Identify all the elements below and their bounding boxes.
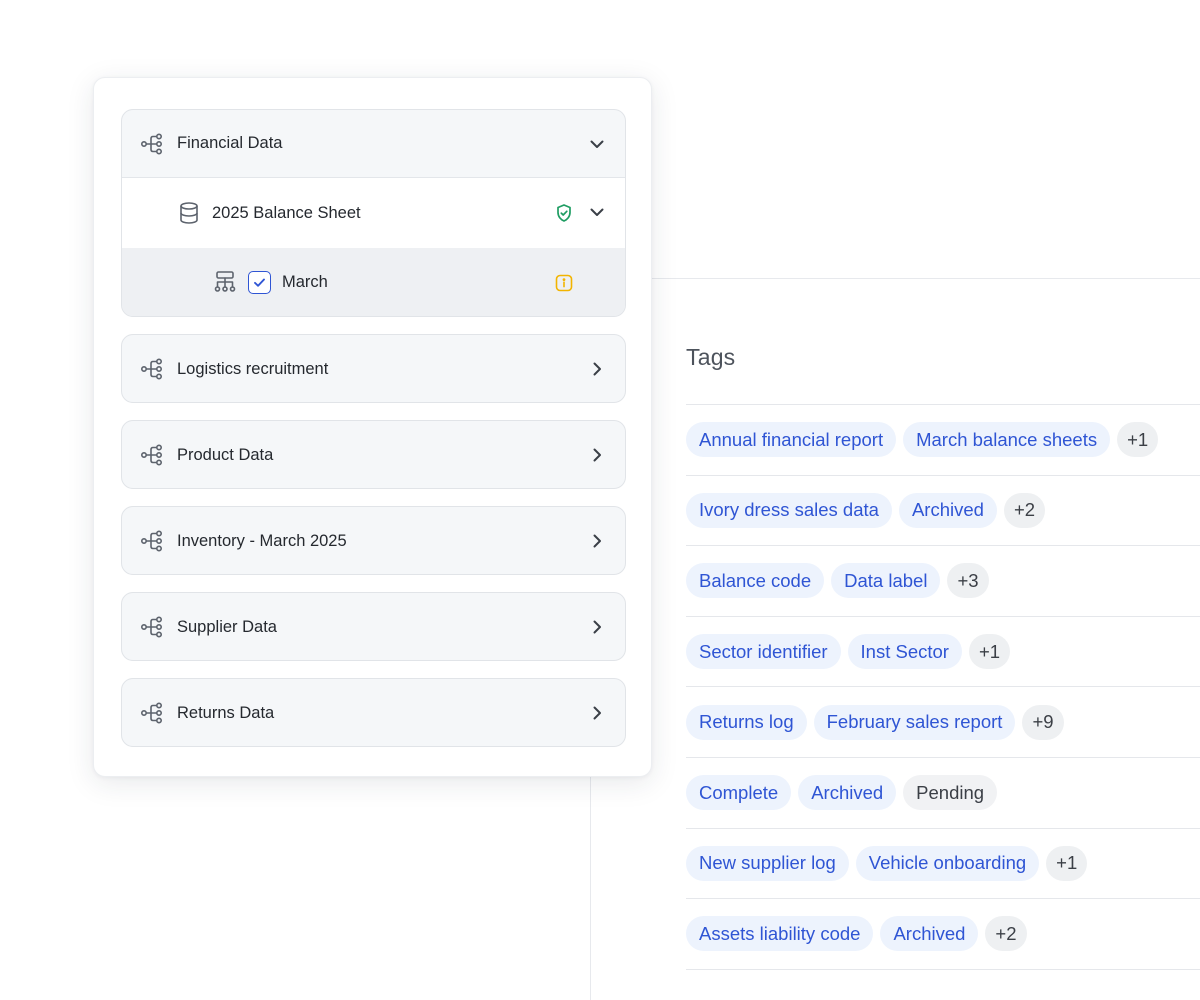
database-icon	[177, 201, 201, 225]
tag-chip[interactable]: New supplier log	[686, 845, 849, 881]
tree-group-inventory-march-2025[interactable]: Inventory - March 2025	[121, 506, 626, 575]
chevron-right-icon[interactable]	[587, 359, 607, 379]
tags-row: Assets liability code Archived +2	[686, 898, 1200, 969]
checkbox-checked[interactable]	[248, 271, 271, 294]
hierarchy-icon	[140, 615, 164, 639]
data-tree-card: Financial Data 2025 Balance Sheet March …	[93, 77, 652, 777]
tree-item-label: Financial Data	[177, 134, 283, 152]
tag-overflow-count[interactable]: +1	[1046, 845, 1088, 881]
tag-chip[interactable]: Assets liability code	[686, 916, 874, 952]
tree-group-logistics-recruitment[interactable]: Logistics recruitment	[121, 334, 626, 403]
chevron-right-icon[interactable]	[587, 703, 607, 723]
tag-chip[interactable]: Archived	[898, 492, 997, 528]
tag-chip[interactable]: Vehicle onboarding	[855, 845, 1040, 881]
tag-chip[interactable]: Pending	[903, 775, 998, 811]
tree-item-2025-balance-sheet[interactable]: 2025 Balance Sheet	[122, 178, 625, 248]
tag-chip[interactable]: Sector identifier	[686, 634, 841, 670]
hierarchy-icon	[140, 529, 164, 553]
tag-overflow-count[interactable]: +2	[985, 916, 1027, 952]
tags-row: Returns log February sales report +9	[686, 686, 1200, 757]
chevron-right-icon[interactable]	[587, 445, 607, 465]
tag-chip[interactable]: Archived	[880, 916, 979, 952]
tree-group-supplier-data[interactable]: Supplier Data	[121, 592, 626, 661]
tag-chip[interactable]: February sales report	[813, 704, 1016, 740]
org-chart-icon	[213, 270, 237, 294]
tag-chip[interactable]: Complete	[686, 775, 792, 811]
info-icon	[555, 274, 573, 292]
tree-item-label: March	[282, 273, 328, 291]
tags-row: Balance code Data label +3	[686, 545, 1200, 616]
tag-overflow-count[interactable]: +3	[947, 563, 989, 599]
tree-item-financial-data[interactable]: Financial Data	[122, 110, 625, 178]
tags-row: Sector identifier Inst Sector +1	[686, 615, 1200, 687]
hierarchy-icon	[140, 701, 164, 725]
tag-chip[interactable]: Balance code	[686, 563, 825, 599]
tags-column-header: Tags	[686, 344, 736, 370]
chevron-down-icon[interactable]	[587, 202, 607, 222]
tag-overflow-count[interactable]: +9	[1022, 704, 1064, 740]
tag-overflow-count[interactable]: +1	[1117, 422, 1159, 458]
tag-chip[interactable]: Ivory dress sales data	[686, 492, 892, 528]
tag-chip[interactable]: Returns log	[686, 704, 807, 740]
hierarchy-icon	[140, 443, 164, 467]
tree-item-label: Supplier Data	[177, 617, 277, 636]
hierarchy-icon	[140, 357, 164, 381]
chevron-down-icon[interactable]	[587, 134, 607, 154]
tags-row: Complete Archived Pending	[686, 757, 1200, 828]
tag-chip[interactable]: March balance sheets	[903, 422, 1111, 458]
tags-row-divider	[686, 968, 1200, 999]
tags-row: New supplier log Vehicle onboarding +1	[686, 827, 1200, 899]
tree-item-march[interactable]: March	[122, 248, 625, 316]
tag-chip[interactable]: Annual financial report	[686, 422, 897, 458]
chevron-right-icon[interactable]	[587, 531, 607, 551]
tags-row: Annual financial report March balance she…	[686, 404, 1200, 475]
tag-overflow-count[interactable]: +1	[968, 634, 1011, 670]
tree-item-label: Inventory - March 2025	[177, 531, 347, 550]
tree-item-label: Product Data	[177, 445, 274, 464]
tree-group-financial-data: Financial Data 2025 Balance Sheet March	[121, 109, 626, 317]
tags-row: Ivory dress sales data Archived +2	[686, 474, 1200, 546]
tag-chip[interactable]: Archived	[798, 775, 897, 811]
chevron-right-icon[interactable]	[587, 617, 607, 637]
shield-check-icon	[554, 203, 574, 223]
tree-item-label: 2025 Balance Sheet	[212, 203, 361, 222]
tree-group-product-data[interactable]: Product Data	[121, 420, 626, 489]
tree-group-returns-data[interactable]: Returns Data	[121, 678, 626, 747]
tag-overflow-count[interactable]: +2	[1003, 492, 1046, 528]
tag-chip[interactable]: Data label	[831, 563, 941, 599]
tree-item-label: Returns Data	[177, 703, 275, 722]
tag-chip[interactable]: Inst Sector	[847, 634, 962, 670]
tree-item-label: Logistics recruitment	[177, 359, 329, 378]
hierarchy-icon	[140, 132, 164, 156]
